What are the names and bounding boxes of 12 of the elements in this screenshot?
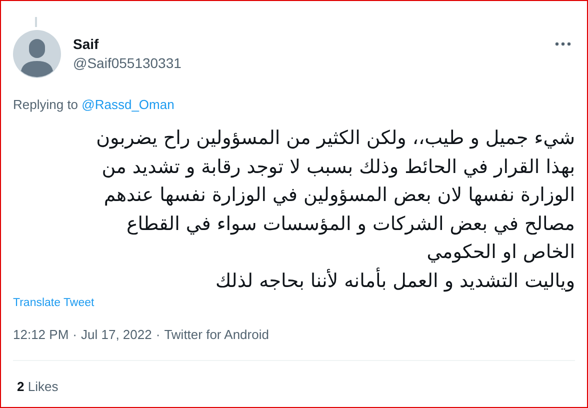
- more-icon[interactable]: [555, 42, 571, 46]
- tweet-text: شيء جميل و طيب،، ولكن الكثير من المسؤولين راح يضربون بهذا القرار في الحائط وذلك بسبب لا توجد رقابة و تشديد من الوزارة نفسها لان بعض المسؤولين في الوزارة نفسها عندهم مصالح في بعض الشركات و المؤسسات سواء في القطاع الخاص او الحكومي وياليت التشديد و العمل بأمانه لأننا بحاجه لذلك: [95, 126, 575, 294]
- separator-dot: ·: [156, 327, 160, 342]
- author-name[interactable]: Saif: [73, 35, 555, 53]
- tweet-source[interactable]: Twitter for Android: [164, 327, 269, 342]
- author-handle[interactable]: @Saif055130331: [73, 53, 555, 73]
- tweet-date[interactable]: Jul 17, 2022: [81, 327, 152, 342]
- replying-to-text: Replying to @Rassd_Oman: [13, 97, 176, 112]
- tweet-time[interactable]: 12:12 PM: [13, 327, 69, 342]
- avatar-icon[interactable]: [13, 30, 61, 78]
- separator-dot: ·: [72, 327, 77, 342]
- likes-link[interactable]: 2 Likes: [13, 379, 575, 394]
